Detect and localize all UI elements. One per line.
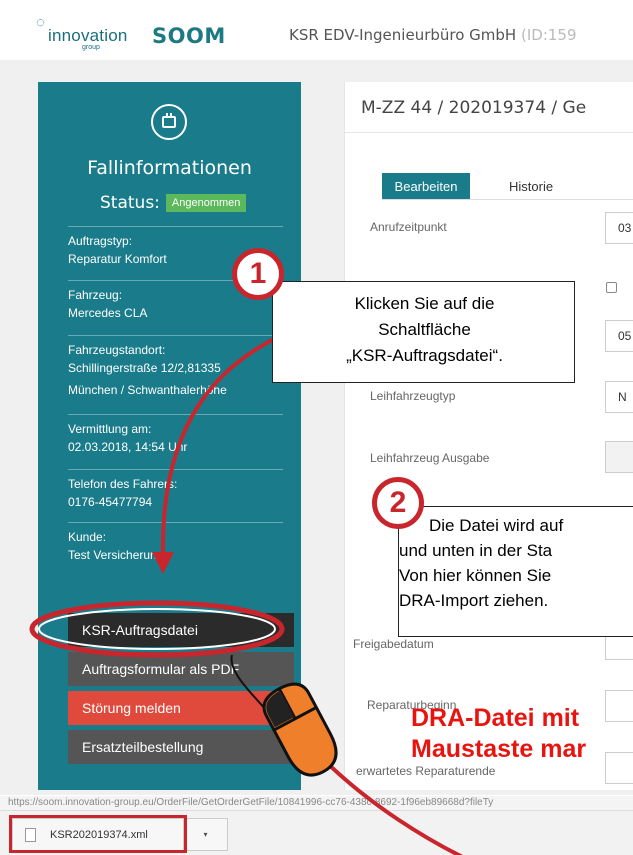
highlight-ellipse-inner	[38, 608, 276, 650]
tutorial-screenshot: ◌ innovation group SOOM KSR EDV-Ingenieu…	[0, 0, 633, 855]
step1-arrow	[160, 333, 283, 559]
download-highlight	[9, 815, 187, 853]
step1-arrowhead	[152, 552, 174, 574]
step2-callout: Die Datei wird auf und unten in der Sta …	[398, 506, 633, 637]
highlight-ellipse	[29, 600, 285, 658]
mouse-icon	[262, 682, 338, 777]
step1-number-badge: 1	[232, 248, 284, 300]
step3-instruction-line1: DRA-Datei mit	[411, 704, 580, 732]
step3-instruction-line2: Maustaste mar	[411, 735, 587, 763]
step1-callout: Klicken Sie auf die Schaltfläche „KSR-Au…	[272, 281, 575, 383]
step2-number-badge: 2	[372, 477, 424, 529]
mouse-cable	[230, 654, 269, 713]
